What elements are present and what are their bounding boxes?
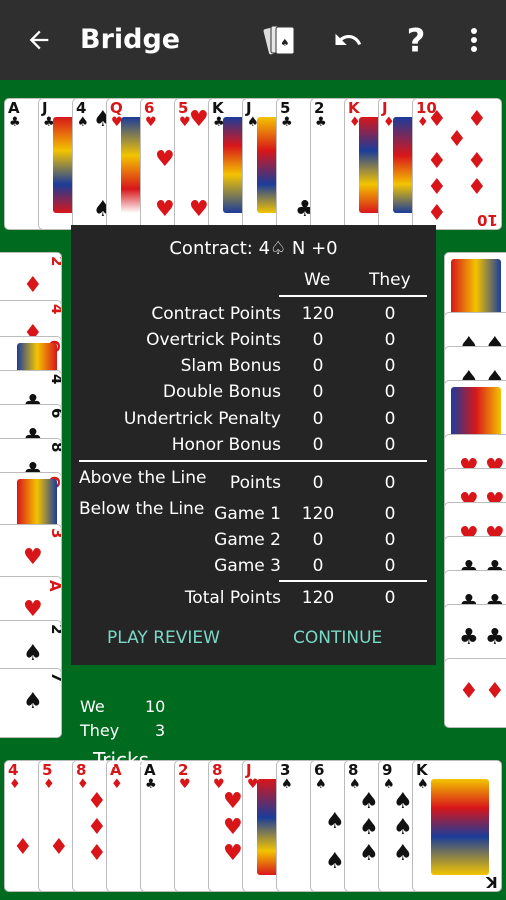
divider	[279, 580, 427, 582]
score-dialog: Contract: 4♤ N +0 We They Contract Point…	[71, 225, 436, 665]
game-label: Game 3	[214, 556, 281, 576]
card[interactable]: 7♠	[0, 668, 62, 738]
game-we: 0	[312, 530, 324, 550]
game-label: Game 2	[214, 530, 281, 550]
total-they: 0	[384, 588, 396, 608]
row-label: Contract Points	[151, 304, 281, 324]
row-we: 0	[312, 330, 324, 350]
row-label: Undertrick Penalty	[123, 409, 281, 429]
tricks-we-value: 10	[145, 697, 166, 716]
contract-prefix: Contract: 4	[169, 238, 271, 259]
row-label: Overtrick Points	[146, 330, 281, 350]
row-they: 0	[384, 382, 396, 402]
svg-text:♠: ♠	[281, 38, 290, 49]
back-arrow-icon[interactable]	[17, 18, 61, 62]
divider	[279, 295, 427, 297]
row-we: 120	[301, 304, 335, 324]
above-line-they: 0	[384, 473, 396, 493]
above-line-we: 0	[312, 473, 324, 493]
row-they: 0	[384, 304, 396, 324]
undo-icon[interactable]	[326, 18, 370, 62]
overflow-menu-icon[interactable]	[452, 18, 496, 62]
game-they: 0	[384, 504, 396, 524]
card[interactable]: K ♠ K	[412, 760, 502, 892]
tricks-they-label: They	[80, 721, 120, 740]
row-they: 0	[384, 330, 396, 350]
row-we: 0	[312, 356, 324, 376]
contract-title: Contract: 4♤ N +0	[71, 238, 436, 259]
row-they: 0	[384, 435, 396, 455]
tricks-title: Tricks	[93, 748, 150, 772]
app-title: Bridge	[80, 24, 181, 55]
cards-icon[interactable]: ♠	[258, 18, 302, 62]
tricks-they-value: 3	[155, 721, 166, 740]
game-they: 0	[384, 556, 396, 576]
row-we: 0	[312, 409, 324, 429]
above-line-label: Above the Line	[79, 468, 207, 488]
divider	[79, 460, 427, 462]
col-we: We	[304, 270, 331, 290]
card[interactable]: ♦ ♦	[444, 658, 506, 728]
row-label: Double Bonus	[162, 382, 281, 402]
row-they: 0	[384, 356, 396, 376]
game-label: Game 1	[214, 504, 281, 524]
total-label: Total Points	[184, 588, 281, 608]
play-review-button[interactable]: PLAY REVIEW	[107, 628, 220, 648]
spade-icon: ♤	[270, 238, 287, 259]
row-label: Slam Bonus	[180, 356, 281, 376]
below-line-label: Below the Line	[79, 499, 205, 519]
game-they: 0	[384, 530, 396, 550]
above-line-sub: Points	[229, 473, 281, 493]
contract-suffix: N +0	[291, 238, 338, 259]
help-icon[interactable]: ?	[394, 18, 438, 62]
svg-text:?: ?	[407, 24, 426, 56]
row-we: 0	[312, 435, 324, 455]
row-we: 0	[312, 382, 324, 402]
game-we: 0	[312, 556, 324, 576]
row-label: Honor Bonus	[171, 435, 281, 455]
card[interactable]: 10 ♦ 10 ♦ ♦ ♦ ♦ ♦ ♦ ♦ ♦	[412, 98, 502, 230]
col-they: They	[369, 270, 411, 290]
tricks-we-label: We	[80, 697, 105, 716]
total-we: 120	[301, 588, 335, 608]
row-they: 0	[384, 409, 396, 429]
app-bar: Bridge ♠ ?	[0, 0, 506, 80]
game-we: 120	[301, 504, 335, 524]
continue-button[interactable]: CONTINUE	[293, 628, 382, 648]
